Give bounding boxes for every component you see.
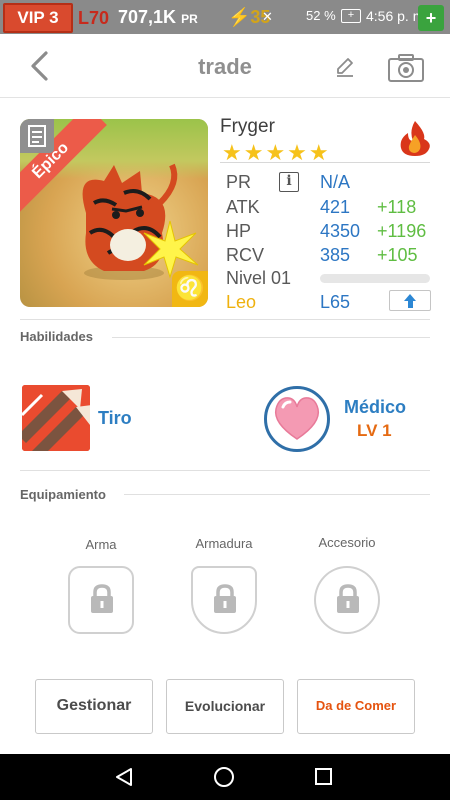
page-title: trade [198,54,252,79]
coins-value: 707,1K [118,7,177,27]
add-currency-button[interactable]: + [418,5,444,31]
evolve-button[interactable]: Evolucionar [166,679,284,734]
skills-title: Habilidades [20,329,93,344]
nav-back-icon[interactable] [114,767,134,787]
lightning-icon: ⚡ [228,7,251,27]
system-icons: ✕ [262,9,275,25]
info-icon[interactable]: i [279,172,299,192]
hp-bonus: +1196 [377,221,427,241]
experience-bar [320,274,430,283]
hp-value: 4350 [320,221,361,241]
max-level: L65 [320,292,351,312]
manage-button[interactable]: Gestionar [35,679,153,734]
sparkle-icon [143,220,199,279]
divider [220,162,430,163]
atk-label: ATK [226,197,260,217]
vip-badge[interactable]: VIP 3 [3,3,73,33]
edit-icon[interactable] [334,56,356,78]
monster-portrait[interactable]: Épico ♌ [20,119,208,307]
weapon-slot[interactable] [68,566,134,634]
healer-skill-icon[interactable] [264,386,330,452]
coins-suffix: PR [181,12,198,26]
document-badge[interactable] [20,119,54,153]
skill-medico: Médico [344,397,407,417]
atk-bonus: +118 [377,197,417,217]
divider [112,337,430,338]
slot-label-weapon: Arma [85,537,117,552]
divider [20,470,430,471]
leo-zodiac-icon: ♌ [172,271,208,307]
lock-icon [337,584,359,613]
arrow-up-icon [404,294,416,301]
android-nav-bar [0,754,450,800]
shooting-skill-icon[interactable] [22,385,90,451]
header: trade [0,34,450,98]
player-level: L70 [78,8,110,28]
fire-element-icon [400,121,430,156]
nav-recent-apps-icon[interactable] [315,768,332,785]
armor-slot[interactable] [191,566,257,634]
monster-name: Fryger [220,116,275,137]
pr-label: PR [226,172,252,192]
battery-icon: + [341,9,361,23]
rcv-value: 385 [320,245,351,265]
accessory-slot[interactable] [314,566,380,634]
lock-icon [91,584,113,613]
feed-button[interactable]: Da de Comer [297,679,415,734]
document-icon [28,125,46,147]
coins-counter: 707,1K PR [118,7,198,28]
upgrade-button[interactable] [389,290,431,311]
skill-level: LV 1 [357,421,392,440]
battery-percent: 52 % [306,8,336,23]
camera-icon[interactable] [387,53,425,83]
rcv-bonus: +105 [377,245,418,265]
equipment-title: Equipamiento [20,487,106,502]
nav-home-icon[interactable] [214,767,234,787]
pr-value: N/A [320,172,351,192]
slot-label-armor: Armadura [195,536,253,551]
hp-label: HP [226,221,252,241]
status-bar: VIP 3 L70 707,1K PR ⚡35 ✕ 52 % + 4:56 p.… [0,0,450,34]
divider [124,494,430,495]
lock-icon [214,584,236,613]
level-label: Nivel 01 [226,268,292,288]
rcv-label: RCV [226,245,265,265]
mute-icon: ✕ [262,9,275,24]
divider [20,319,430,320]
skill-tiro: Tiro [98,408,132,428]
heart-icon [274,397,320,440]
atk-value: 421 [320,197,351,217]
zodiac-name: Leo [226,292,257,312]
slot-label-accessory: Accesorio [318,535,376,550]
